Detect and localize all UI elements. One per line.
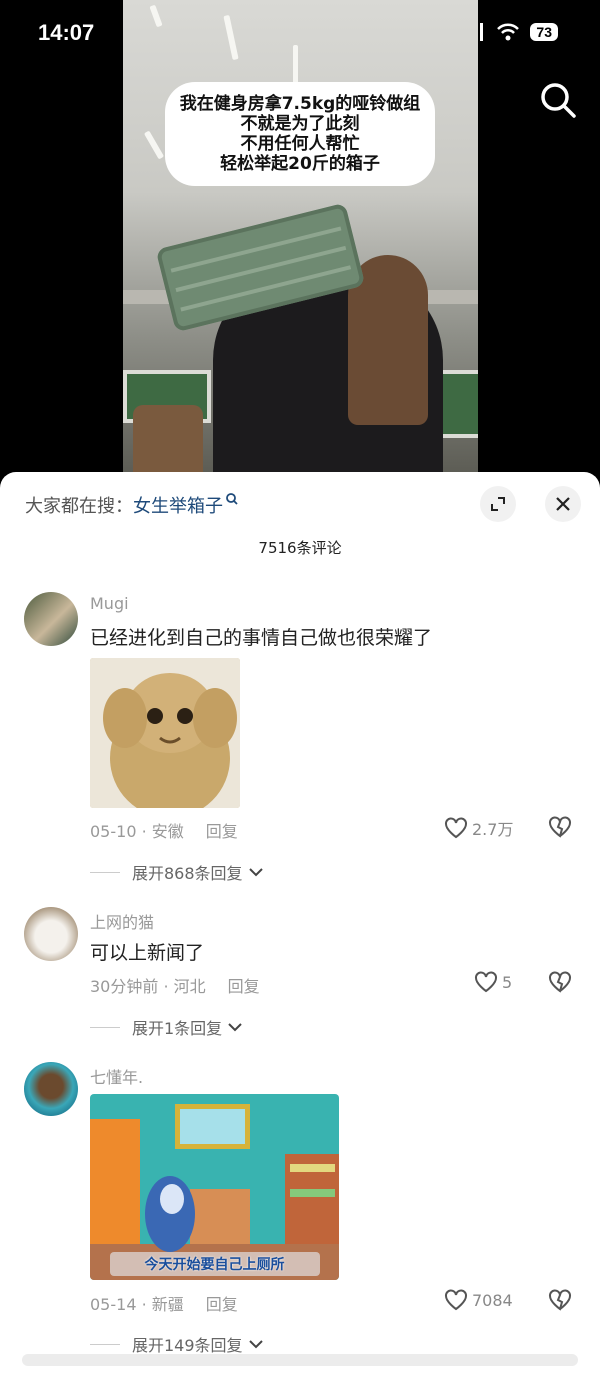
like-button[interactable]: 7084	[444, 1289, 513, 1311]
ceiling-light	[149, 4, 163, 28]
search-icon	[226, 493, 238, 505]
like-button[interactable]: 2.7万	[444, 816, 513, 840]
ceiling-light	[223, 14, 239, 61]
comment-location: 安徽	[151, 822, 184, 841]
dislike-button[interactable]	[548, 1289, 572, 1315]
expand-replies[interactable]: 展开149条回复	[90, 1332, 265, 1356]
avatar[interactable]	[24, 592, 78, 646]
hot-search-term[interactable]: 女生举箱子	[133, 496, 223, 517]
chevron-down-icon	[248, 868, 263, 877]
comment-image-cat[interactable]	[90, 658, 240, 808]
hot-search-prefix: 大家都在搜：	[25, 496, 133, 517]
expand-replies-label: 展开1条回复	[132, 1019, 223, 1038]
video-player[interactable]	[123, 0, 478, 480]
clock: 14:07	[38, 20, 95, 45]
close-icon	[556, 497, 570, 511]
avatar[interactable]	[24, 1062, 78, 1116]
comment-date: 05-14	[90, 1295, 137, 1314]
ceiling-light	[143, 130, 165, 160]
comment-text[interactable]: 已经进化到自己的事情自己做也很荣耀了	[90, 623, 432, 650]
like-count: 2.7万	[472, 820, 514, 839]
search-icon	[541, 83, 576, 118]
expand-replies[interactable]: 展开868条回复	[90, 860, 265, 884]
like-count: 7084	[472, 1290, 513, 1310]
search-button[interactable]	[538, 80, 578, 120]
broken-heart-icon	[549, 816, 571, 838]
video-caption: 我在健身房拿7.5kg的哑铃做组 不就是为了此刻 不用任何人帮忙 轻松举起20斤…	[165, 82, 435, 186]
comment-username[interactable]: 七懂年.	[90, 1064, 143, 1088]
reply-button[interactable]: 回复	[228, 977, 260, 996]
reply-button[interactable]: 回复	[206, 822, 238, 841]
dislike-button[interactable]	[548, 816, 572, 842]
wifi-icon	[497, 23, 520, 41]
expand-replies-label: 展开149条回复	[132, 1336, 243, 1355]
comment-username[interactable]: 上网的猫	[90, 909, 154, 933]
like-count: 5	[502, 972, 513, 992]
comment-username[interactable]: Mugi	[90, 594, 129, 613]
heart-icon	[445, 817, 467, 839]
heart-icon	[445, 1289, 467, 1311]
heart-icon	[475, 971, 497, 993]
avatar[interactable]	[24, 907, 78, 961]
expand-button[interactable]	[480, 486, 516, 522]
expand-icon	[491, 497, 505, 511]
comment-location: 新疆	[151, 1295, 184, 1314]
comment-meta: 05-14 · 新疆 回复	[90, 1295, 238, 1314]
dislike-button[interactable]	[548, 971, 572, 997]
cartoon-image	[90, 1094, 339, 1280]
caption-line: 轻松举起20斤的箱子	[220, 154, 380, 174]
reply-button[interactable]: 回复	[206, 1295, 238, 1314]
broken-heart-icon	[549, 1289, 571, 1311]
caption-line: 不就是为了此刻	[240, 114, 360, 134]
comment-text[interactable]: 可以上新闻了	[90, 938, 204, 965]
broken-heart-icon	[549, 971, 571, 993]
hot-search[interactable]: 大家都在搜：女生举箱子	[25, 492, 239, 518]
comment-sheet: 大家都在搜：女生举箱子 7516条评论 Mugi 已经进化到自己的事情自己做也很…	[0, 472, 600, 1379]
comment-meta: 30分钟前 · 河北 回复	[90, 977, 260, 996]
train-seat	[133, 405, 203, 480]
image-caption: 今天开始要自己上厕所	[144, 1257, 285, 1273]
caption-line: 我在健身房拿7.5kg的哑铃做组	[179, 94, 421, 114]
chevron-down-icon	[228, 1023, 242, 1032]
chevron-down-icon	[248, 1340, 263, 1349]
battery-indicator: 73	[530, 23, 558, 41]
expand-replies-label: 展开868条回复	[132, 864, 243, 883]
ceiling-light	[293, 45, 298, 85]
comment-date: 05-10	[90, 822, 137, 841]
comment-date: 30分钟前	[90, 977, 159, 996]
close-button[interactable]	[545, 486, 581, 522]
comment-location: 河北	[173, 977, 206, 996]
comment-meta: 05-10 · 安徽 回复	[90, 822, 238, 841]
comment-image-cartoon[interactable]: 今天开始要自己上厕所	[90, 1094, 339, 1280]
comment-input-bar[interactable]	[22, 1354, 578, 1366]
like-button[interactable]: 5	[474, 971, 512, 993]
cat-meme-image	[90, 658, 240, 808]
caption-line: 不用任何人帮忙	[240, 134, 360, 154]
expand-replies[interactable]: 展开1条回复	[90, 1015, 244, 1039]
comment-count: 7516条评论	[258, 539, 342, 557]
